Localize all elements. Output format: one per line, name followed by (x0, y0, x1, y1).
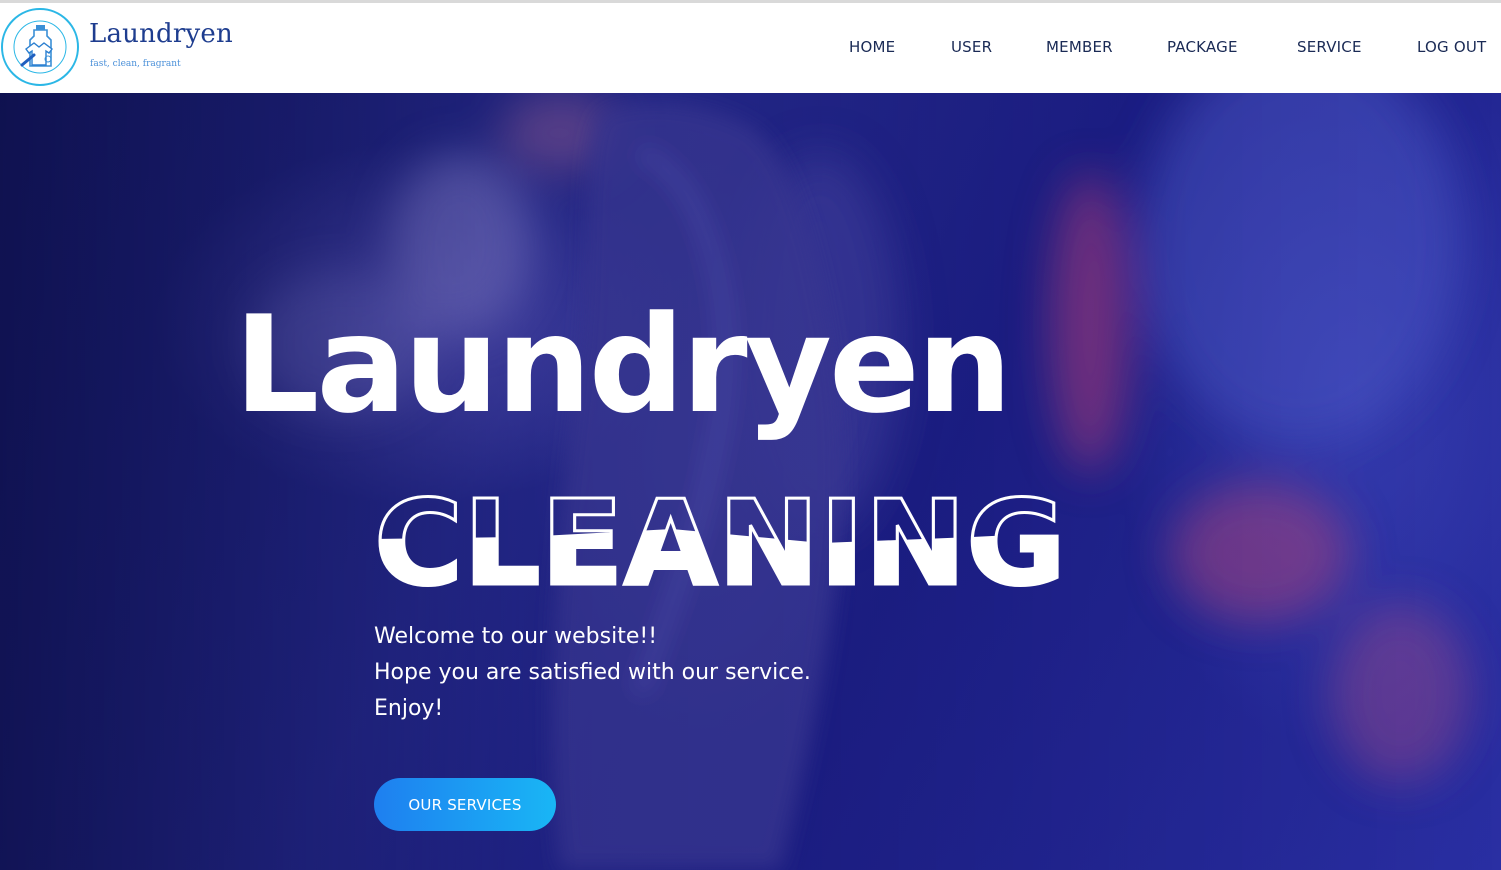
site-header: Laundryen fast, clean, fragrant HOME USE… (0, 3, 1501, 93)
welcome-message: Welcome to our website!! Hope you are sa… (374, 619, 811, 727)
nav-member[interactable]: MEMBER (1046, 38, 1113, 56)
hero-subtitle: CLEANING CLEANING (372, 473, 1092, 614)
nav-home[interactable]: HOME (849, 38, 895, 56)
nav-user[interactable]: USER (951, 38, 992, 56)
welcome-line-1: Welcome to our website!! (374, 624, 658, 649)
nav-package[interactable]: PACKAGE (1167, 38, 1238, 56)
our-services-button[interactable]: OUR SERVICES (374, 778, 556, 831)
nav-logout[interactable]: LOG OUT (1417, 38, 1486, 56)
hero-title: Laundryen (234, 287, 1012, 443)
hero-banner: Laundryen CLEANING CLEANING Welcome to o… (0, 93, 1501, 870)
welcome-line-3: Enjoy! (374, 696, 444, 721)
welcome-line-2: Hope you are satisfied with our service. (374, 660, 811, 685)
nav-service[interactable]: SERVICE (1297, 38, 1362, 56)
main-nav: HOME USER MEMBER PACKAGE SERVICE LOG OUT (0, 3, 1501, 93)
